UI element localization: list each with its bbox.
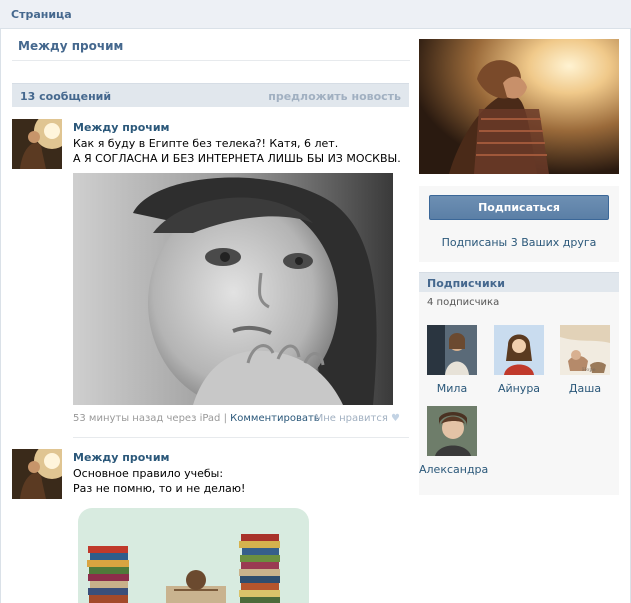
wall-count[interactable]: 13 сообщений <box>20 90 111 103</box>
top-bar-title: Страница <box>11 8 72 21</box>
post-avatar[interactable] <box>12 449 62 499</box>
subscriber-avatar[interactable] <box>427 325 477 375</box>
post-photo[interactable] <box>73 173 393 405</box>
subscriber-name[interactable]: Александра <box>419 463 488 476</box>
subscriber-avatar[interactable] <box>494 325 544 375</box>
book-stack-left <box>87 546 129 603</box>
post-meta: 53 минуты назад через iPad | Комментиров… <box>73 413 400 424</box>
book-stack-right <box>239 534 280 603</box>
post-time[interactable]: 53 минуты назад через iPad <box>73 413 220 424</box>
heart-icon: ♥ <box>391 413 400 424</box>
post-author[interactable]: Между прочим <box>73 121 170 134</box>
post-text: Основное правило учебы: Раз не помню, то… <box>73 466 245 496</box>
like-label: Мне нравится <box>314 413 388 424</box>
community-photo[interactable] <box>419 39 619 174</box>
post-avatar[interactable] <box>12 119 62 169</box>
subscribers-count: 4 подписчика <box>427 297 500 308</box>
subscriber-avatar[interactable]: Hope <box>560 325 610 375</box>
post-author[interactable]: Между прочим <box>73 451 170 464</box>
subscribers-title: Подписчики <box>427 277 505 290</box>
subscriber-avatar[interactable] <box>427 406 477 456</box>
svg-text:Hope: Hope <box>582 367 596 373</box>
page-title[interactable]: Между прочим <box>18 39 123 53</box>
subscriber-name[interactable]: Мила <box>419 382 485 395</box>
comment-link[interactable]: Комментировать <box>230 413 320 424</box>
post-text-line: А Я СОГЛАСНА И БЕЗ ИНТЕРНЕТА ЛИШЬ БЫ ИЗ … <box>73 152 401 165</box>
subscribe-box: Подписаться Подписаны 3 Ваших друга <box>419 186 619 262</box>
like-button[interactable]: Мне нравится ♥ <box>315 413 400 424</box>
post-text-line: Раз не помню, то и не делаю! <box>73 482 246 495</box>
subscribe-button[interactable]: Подписаться <box>429 195 609 220</box>
subscribers-panel: 4 подписчика Мила Айнура Hope Даша Алекс… <box>419 292 619 495</box>
friends-subscribed-link[interactable]: Подписаны 3 Ваших друга <box>419 236 619 249</box>
suggest-news-link[interactable]: предложить новость <box>268 90 401 103</box>
subscriber-name[interactable]: Даша <box>552 382 618 395</box>
wall-header: 13 сообщений предложить новость <box>12 83 409 107</box>
top-bar: Страница <box>0 0 631 29</box>
post-text: Как я буду в Египте без телека?! Катя, 6… <box>73 136 401 166</box>
subscribers-header[interactable]: Подписчики <box>419 272 619 292</box>
divider <box>12 60 410 61</box>
divider <box>73 437 409 438</box>
post-text-line: Основное правило учебы: <box>73 467 224 480</box>
post-text-line: Как я буду в Египте без телека?! Катя, 6… <box>73 137 339 150</box>
meta-separator: | <box>223 413 227 424</box>
subscriber-name[interactable]: Айнура <box>486 382 552 395</box>
post-photo[interactable] <box>78 508 309 603</box>
